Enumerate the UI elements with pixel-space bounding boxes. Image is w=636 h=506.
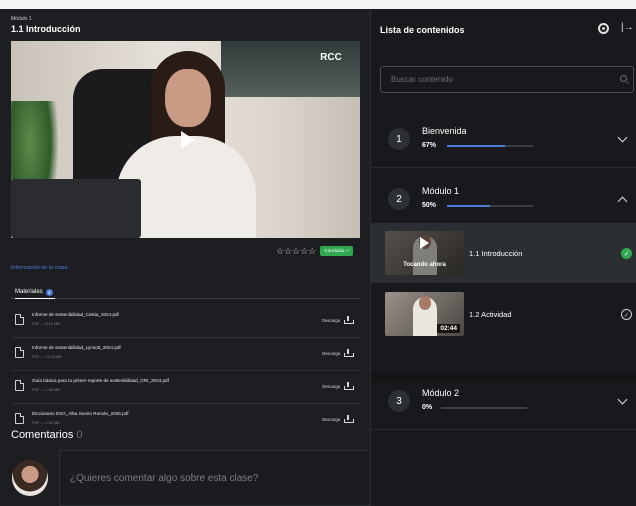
panel-title: Lista de contenidos <box>380 25 465 35</box>
tab-materials-label: Materiales <box>15 289 43 295</box>
lesson-item[interactable]: 02:44 1.2 Actividad ✓ <box>371 284 636 344</box>
pdf-file-icon <box>15 380 24 391</box>
tab-bar: Materiales 4 <box>11 285 360 299</box>
avatar <box>12 460 48 496</box>
lesson-title: 1.2 Actividad <box>469 310 512 319</box>
chevron-up-icon[interactable] <box>617 196 628 207</box>
search-input[interactable] <box>380 66 634 93</box>
module-progress-label: 67% <box>422 142 437 149</box>
material-name: Informe de sostenibilidad_Celsia_2024.pd… <box>32 312 119 317</box>
download-button[interactable]: Descarga <box>322 349 354 357</box>
module-title: Módulo 1 <box>422 186 460 196</box>
module-title: Bienvenida <box>422 126 467 136</box>
rating-stars[interactable]: ☆☆☆☆☆ <box>276 246 316 257</box>
download-label: Descarga <box>322 416 340 422</box>
page-title: 1.1 Introducción <box>11 24 81 34</box>
chevron-down-icon[interactable] <box>617 132 628 143</box>
module-progress-label: 0% <box>422 404 433 411</box>
lesson-duration: 02:44 <box>437 324 460 333</box>
material-meta: PDF — 2.52 MB <box>32 421 60 425</box>
list-item: Informe de sostenibilidad_Lynxott_2024.p… <box>11 338 360 371</box>
module-item-3[interactable]: 3 Módulo 2 0% <box>371 376 636 430</box>
chevron-down-icon[interactable] <box>617 394 628 405</box>
download-label: Descarga <box>322 350 340 356</box>
materials-count-badge: 4 <box>45 288 53 296</box>
material-meta: PDF — 8.10 MB <box>32 322 60 326</box>
video-presenter-face <box>165 69 211 127</box>
lesson-actions: ☆☆☆☆☆ Concluido ✓ <box>276 245 354 257</box>
comment-input[interactable]: ¿Quieres comentar algo sobre esta clase? <box>59 450 370 506</box>
search-icon <box>620 75 627 82</box>
pdf-file-icon <box>15 347 24 358</box>
module-number: 3 <box>388 390 410 412</box>
contents-panel: Lista de contenidos |→ 1 Bienvenida 67% … <box>370 9 636 506</box>
materials-list: Informe de sostenibilidad_Celsia_2024.pd… <box>11 305 360 437</box>
module-item-2[interactable]: 2 Módulo 1 50% <box>371 174 636 228</box>
download-label: Descarga <box>322 383 340 389</box>
class-info-link[interactable]: Información de la clase <box>11 265 68 271</box>
download-icon <box>344 316 354 324</box>
collapse-panel-icon[interactable]: |→ <box>621 22 634 33</box>
comments-title-text: Comentarios <box>11 429 74 441</box>
material-name: Guía básica para tu primer reporte de so… <box>32 378 169 383</box>
tab-materials[interactable]: Materiales 4 <box>15 286 55 299</box>
download-icon <box>344 415 354 423</box>
list-item: Guía básica para tu primer reporte de so… <box>11 371 360 404</box>
download-button[interactable]: Descarga <box>322 316 354 324</box>
thumbnail-presenter-face <box>419 296 431 310</box>
module-progress-label: 50% <box>422 202 437 209</box>
module-number: 2 <box>388 188 410 210</box>
list-item: Informe de sostenibilidad_Celsia_2024.pd… <box>11 305 360 338</box>
check-circle-icon: ✓ <box>621 248 632 259</box>
module-progress-bar <box>441 407 527 409</box>
play-icon[interactable] <box>181 131 195 149</box>
pdf-file-icon <box>15 413 24 424</box>
module-item-1[interactable]: 1 Bienvenida 67% <box>371 114 636 168</box>
download-label: Descarga <box>322 317 340 323</box>
breadcrumb: Módulo 1 <box>11 16 32 22</box>
app: Módulo 1 1.1 Introducción RCC ☆☆☆☆☆ Conc… <box>0 0 636 506</box>
video-logo: RCC <box>320 52 342 63</box>
material-name: Diccionario ESG_Alba Sueiro Román_2025.p… <box>32 411 129 416</box>
play-icon <box>420 237 429 249</box>
lesson-title: 1.1 Introducción <box>469 249 523 258</box>
download-button[interactable]: Descarga <box>322 415 354 423</box>
lesson-thumbnail: Tocando ahora <box>385 231 464 275</box>
progress-fill <box>447 145 505 147</box>
material-meta: PDF — 1.58 MB <box>32 388 60 392</box>
material-meta: PDF — 10.10 MB <box>32 355 62 359</box>
module-progress-bar <box>447 145 533 147</box>
lesson-area: Módulo 1 1.1 Introducción RCC ☆☆☆☆☆ Conc… <box>0 9 370 506</box>
video-player[interactable]: RCC <box>11 41 360 238</box>
module-title: Módulo 2 <box>422 388 460 398</box>
top-strip <box>0 0 636 9</box>
module-progress-bar <box>447 205 533 207</box>
pdf-file-icon <box>15 314 24 325</box>
material-name: Informe de sostenibilidad_Lynxott_2024.p… <box>32 345 121 350</box>
now-playing-badge: Tocando ahora <box>403 262 446 268</box>
video-laptop <box>11 179 141 238</box>
comments-count: 0 <box>76 429 83 441</box>
progress-fill <box>447 205 490 207</box>
lesson-item-active[interactable]: Tocando ahora 1.1 Introducción ✓ <box>371 223 636 283</box>
lesson-thumbnail: 02:44 <box>385 292 464 336</box>
download-icon <box>344 349 354 357</box>
completed-button[interactable]: Concluido ✓ <box>320 246 354 256</box>
module-number: 1 <box>388 128 410 150</box>
comment-composer: ¿Quieres comentar algo sobre esta clase? <box>0 450 370 506</box>
comments-title: Comentarios 0 <box>11 429 83 441</box>
download-icon <box>344 382 354 390</box>
gear-icon[interactable] <box>598 23 609 34</box>
download-button[interactable]: Descarga <box>322 382 354 390</box>
check-outline-icon: ✓ <box>621 309 632 320</box>
